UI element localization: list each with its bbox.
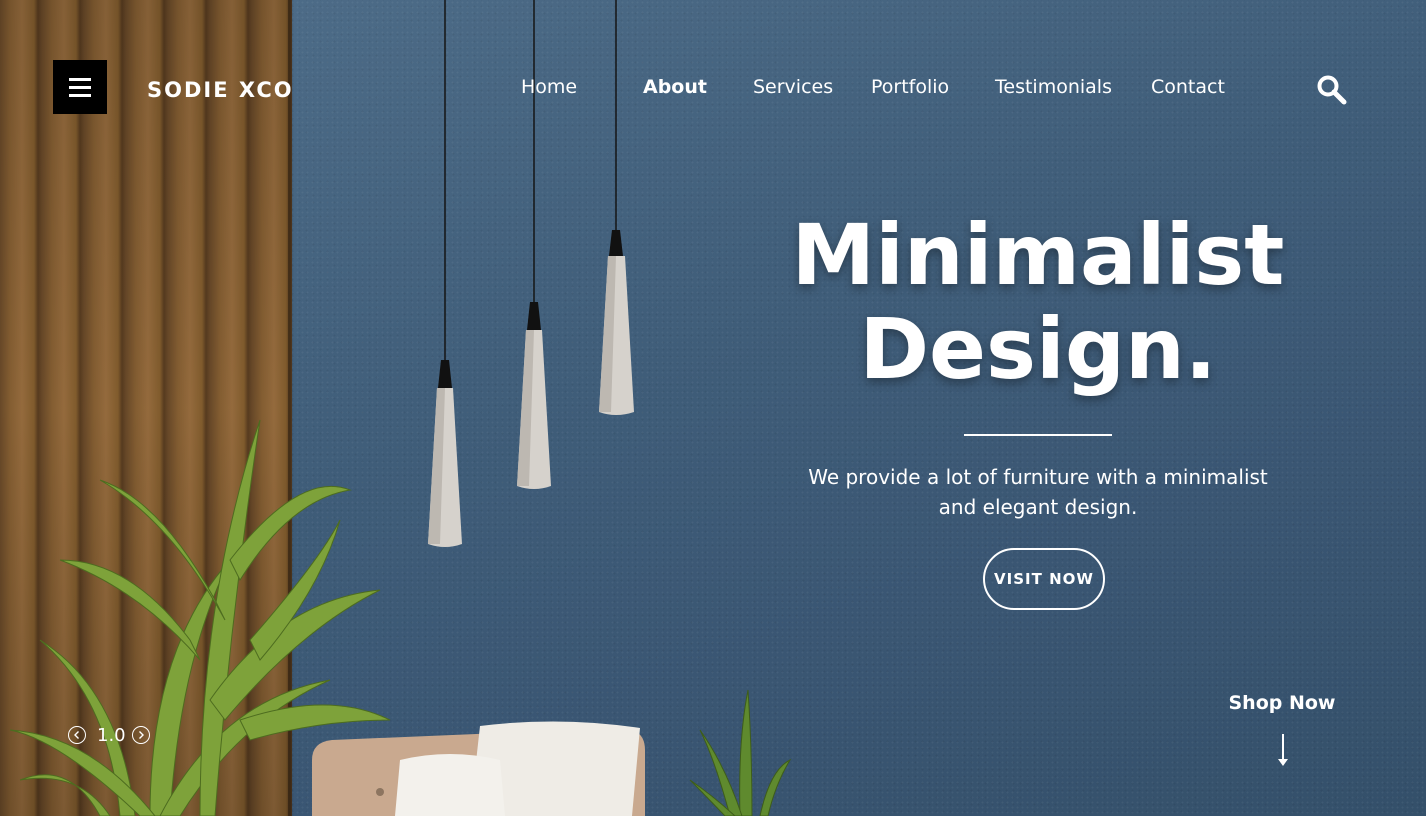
slide-counter: 1.0 [97, 725, 126, 746]
slider-prev-button[interactable] [68, 726, 86, 744]
shop-now-link[interactable]: Shop Now [1222, 692, 1342, 714]
hero-description-line-1: We provide a lot of furniture with a min… [808, 465, 1268, 489]
nav-item-home[interactable]: Home [521, 76, 577, 98]
search-icon [1317, 75, 1347, 105]
nav-item-about[interactable]: About [643, 76, 707, 98]
chevron-left-icon [74, 731, 79, 739]
hero-divider [964, 434, 1112, 436]
sofa [312, 721, 645, 816]
menu-button[interactable] [53, 60, 107, 114]
brand-logo[interactable]: SODIE XCO [147, 78, 294, 102]
hero-title-line-1: Minimalist [791, 206, 1285, 304]
hero-section: SODIE XCO Home About Services Portfolio … [0, 0, 1426, 816]
nav-item-contact[interactable]: Contact [1151, 76, 1225, 98]
slider-next-button[interactable] [132, 726, 150, 744]
hero-description-line-2: and elegant design. [938, 495, 1138, 519]
hamburger-menu-icon [69, 77, 91, 97]
nav-item-services[interactable]: Services [753, 76, 833, 98]
hero-title: Minimalist Design. [780, 208, 1296, 396]
nav-item-testimonials[interactable]: Testimonials [995, 76, 1112, 98]
potted-plant-right [689, 689, 792, 816]
hero-title-line-2: Design. [859, 300, 1217, 398]
nav-item-portfolio[interactable]: Portfolio [871, 76, 949, 98]
visit-now-button[interactable]: VISIT NOW [983, 548, 1105, 610]
chevron-right-icon [139, 731, 144, 739]
background-scene-image [9, 0, 792, 816]
hero-description: We provide a lot of furniture with a min… [800, 462, 1276, 522]
arrow-down-icon[interactable] [1275, 732, 1291, 768]
search-button[interactable] [1316, 74, 1350, 106]
